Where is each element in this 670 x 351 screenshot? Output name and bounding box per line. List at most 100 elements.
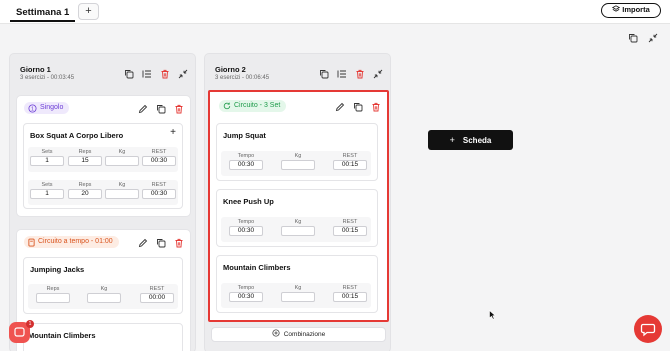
block-type-badge: 1 Singolo [24,102,70,114]
add-sheet-button[interactable]: + Scheda [428,130,513,150]
exercise-card: Mountain Climbers [23,323,183,351]
rest-input[interactable]: 00:00 [140,293,174,303]
reps-label: Reps [78,182,92,188]
copy-icon[interactable] [353,102,363,112]
sets-label: Sets [41,182,53,188]
copy-all-icon[interactable] [628,33,638,43]
rest-input[interactable]: 00:15 [333,292,367,302]
rest-label: REST [342,153,358,159]
day-title: Giorno 1 [20,65,51,74]
rest-input[interactable]: 00:15 [333,226,367,236]
set-row: Sets 1 Reps 20 Kg REST 00:30 [28,180,178,205]
exercise-card: Mountain Climbers Tempo 00:30 Kg REST 00:1… [216,255,378,313]
kg-input[interactable] [281,292,315,302]
trash-icon[interactable] [355,69,365,79]
kg-input[interactable] [281,226,315,236]
add-week-button[interactable]: + [78,3,99,20]
copy-icon[interactable] [124,69,134,79]
set-row: Sets 1 Reps 15 Kg REST 00:30 [28,147,178,172]
reps-label: Reps [78,149,92,155]
block-actions [335,102,381,112]
kg-input[interactable] [87,293,121,303]
reps-input[interactable]: 15 [68,156,102,166]
tempo-input[interactable]: 00:30 [229,226,263,236]
exercise-card: Box Squat A Corpo Libero + Sets 1 Reps 15 … [23,123,183,209]
reorder-icon[interactable] [337,69,347,79]
day-card-1: Giorno 1 3 esercizi - 00:03:45 1 Singolo… [9,53,196,351]
rest-label: REST [151,149,167,155]
tab-week-1[interactable]: Settimana 1 [10,3,76,22]
kg-label: Kg [100,286,108,292]
exercise-card: Jumping Jacks Reps Kg REST 00:00 [23,257,183,314]
plus-circle-icon [272,329,280,337]
rest-input[interactable]: 00:15 [333,160,367,170]
day-actions [124,69,188,79]
edit-icon[interactable] [138,104,148,114]
reorder-icon[interactable] [142,69,152,79]
kg-input[interactable] [281,160,315,170]
exercise-card: Jump Squat Tempo 00:30 Kg REST 00:15 [216,123,378,181]
number-one-icon: 1 [28,103,37,113]
tempo-input[interactable]: 00:30 [229,292,263,302]
rest-label: REST [151,182,167,188]
block-type-label: Singolo [40,104,64,111]
rest-input[interactable]: 00:30 [142,189,176,199]
rest-label: REST [149,286,165,292]
day-actions [319,69,383,79]
exercise-title: Mountain Climbers [223,263,291,272]
sets-label: Sets [41,149,53,155]
day-summary: 3 esercizi - 00:03:45 [20,75,75,81]
copy-icon[interactable] [156,104,166,114]
set-row: Tempo 00:30 Kg REST 00:15 [221,151,371,176]
day-card-2: Giorno 2 3 esercizi - 00:06:45 Circuito … [204,53,391,351]
chat-icon [640,323,656,337]
plus-icon: + [449,135,455,145]
trash-icon[interactable] [160,69,170,79]
trash-icon[interactable] [174,104,184,114]
tempo-input[interactable]: 00:30 [229,160,263,170]
chat-button[interactable] [634,315,662,343]
copy-icon[interactable] [156,238,166,248]
add-set-button[interactable]: + [170,127,176,138]
kg-label: Kg [294,219,302,225]
kg-input[interactable] [105,156,139,166]
reps-input[interactable] [36,293,70,303]
exercise-title: Jump Squat [223,131,266,140]
kg-label: Kg [118,182,126,188]
mouse-cursor-icon [489,310,496,320]
block-type-badge: Circuito a tempo - 01:00 [24,236,119,248]
trash-icon[interactable] [371,102,381,112]
collapse-icon[interactable] [373,69,383,79]
layers-icon [612,5,621,12]
set-row: Tempo 00:30 Kg REST 00:15 [221,217,371,242]
reps-input[interactable]: 20 [68,189,102,199]
collapse-all-icon[interactable] [648,33,658,43]
kg-label: Kg [118,149,126,155]
block-type-badge: Circuito - 3 Set [219,100,287,112]
import-button[interactable]: Importa [601,3,661,18]
edit-icon[interactable] [138,238,148,248]
edit-icon[interactable] [335,102,345,112]
refresh-icon [223,102,231,110]
tempo-label: Tempo [237,153,255,159]
kg-input[interactable] [105,189,139,199]
add-combination-button[interactable]: Combinazione [211,327,386,342]
kg-label: Kg [294,285,302,291]
exercise-title: Mountain Climbers [28,331,96,340]
tempo-label: Tempo [237,285,255,291]
exercise-title: Knee Push Up [223,197,274,206]
day-title: Giorno 2 [215,65,246,74]
sets-input[interactable]: 1 [30,156,64,166]
sets-input[interactable]: 1 [30,189,64,199]
exercise-block-single: 1 Singolo Box Squat A Corpo Libero + Set… [16,95,191,217]
exercise-title: Box Squat A Corpo Libero [30,131,124,140]
copy-icon[interactable] [319,69,329,79]
rest-input[interactable]: 00:30 [142,156,176,166]
block-actions [138,238,184,248]
notification-count-badge: 1 [26,320,34,328]
collapse-icon[interactable] [178,69,188,79]
block-type-label: Circuito a tempo - 01:00 [38,238,113,245]
trash-icon[interactable] [174,238,184,248]
exercise-block-circuit: Circuito - 3 Set Jump Squat Tempo 00:30 K… [208,90,389,322]
block-type-label: Circuito - 3 Set [234,102,281,109]
